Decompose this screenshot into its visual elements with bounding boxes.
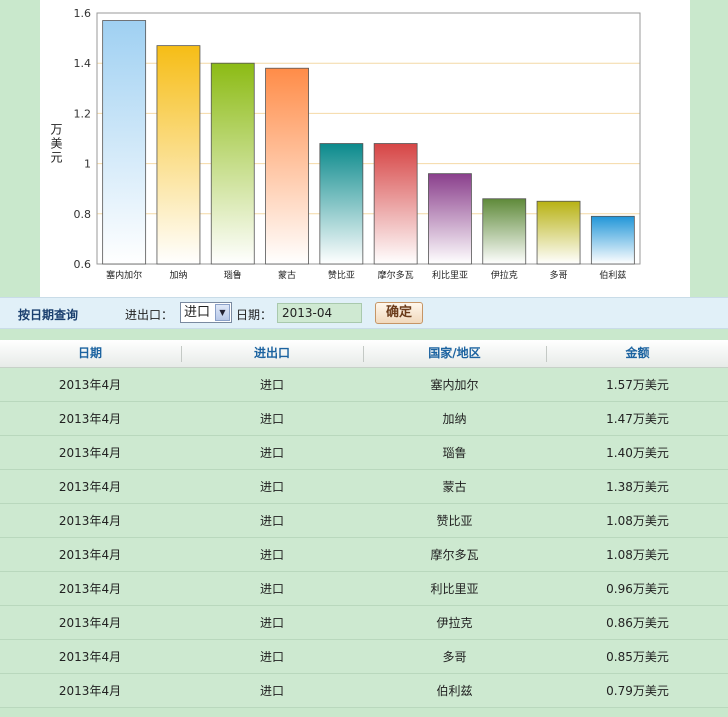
cell-amount: 1.47万美元 (606, 412, 669, 426)
x-tick-label: 摩尔多瓦 (378, 269, 414, 281)
cell-country: 利比里亚 (430, 582, 479, 596)
x-tick-label: 赞比亚 (328, 269, 355, 281)
table-row: 2013年4月 进口 摩尔多瓦 1.08万美元 (0, 538, 728, 572)
cell-date: 2013年4月 (58, 514, 122, 528)
bar-10 (590, 215, 635, 265)
cell-country: 加纳 (442, 412, 467, 426)
table-row: 2013年4月 进口 塞内加尔 1.57万美元 (0, 368, 728, 402)
bar-9 (536, 200, 581, 265)
y-tick-label: 1.4 (74, 57, 92, 70)
column-header-direction: 进出口 (253, 346, 290, 360)
table-row: 2013年4月 进口 伯利兹 0.79万美元 (0, 674, 728, 708)
cell-date: 2013年4月 (58, 650, 122, 664)
column-header-country: 国家/地区 (428, 346, 481, 360)
chart-panel: 0.6 0.8 1 1.2 1.4 1.6 万美元塞内加尔 加纳 瑙鲁 蒙古 赞比亚 摩尔多瓦 利比里亚… (40, 0, 690, 297)
cell-direction: 进口 (259, 378, 284, 392)
cell-date: 2013年4月 (58, 412, 122, 426)
cell-country: 瑙鲁 (442, 446, 467, 460)
bar-chart: 0.6 0.8 1 1.2 1.4 1.6 万美元塞内加尔 加纳 瑙鲁 蒙古 赞比亚 摩尔多瓦 利比里亚… (49, 7, 641, 281)
x-tick-label: 伊拉克 (491, 269, 518, 281)
bar-8 (482, 198, 527, 265)
x-tick-label: 加纳 (169, 269, 187, 281)
cell-amount: 0.85万美元 (606, 650, 669, 664)
cell-country: 摩尔多瓦 (430, 548, 479, 562)
cell-date: 2013年4月 (58, 480, 122, 494)
table-row: 2013年4月 进口 瑙鲁 1.40万美元 (0, 436, 728, 470)
x-tick-label: 利比里亚 (432, 269, 468, 281)
query-title: 按日期查询 (18, 308, 79, 322)
x-tick-label: 蒙古 (278, 269, 296, 281)
cell-date: 2013年4月 (58, 684, 122, 698)
cell-country: 伊拉克 (436, 616, 473, 630)
table-row: 2013年4月 进口 蒙古 1.38万美元 (0, 470, 728, 504)
bar-7 (428, 173, 472, 265)
cell-direction: 进口 (259, 616, 284, 630)
y-tick-label: 1.2 (74, 107, 92, 120)
cell-country: 蒙古 (442, 480, 467, 494)
y-axis-label: 万美元 (49, 123, 63, 165)
x-tick-label: 多哥 (550, 269, 568, 281)
cell-amount: 0.96万美元 (606, 582, 669, 596)
bar-5 (319, 143, 364, 265)
date-label: 日期： (236, 308, 273, 322)
column-header-date: 日期 (77, 346, 102, 360)
cell-amount: 1.08万美元 (606, 548, 669, 562)
cell-country: 多哥 (442, 650, 467, 664)
cell-direction: 进口 (259, 446, 284, 460)
table-header: 日期 进出口 国家/地区 金额 (0, 340, 728, 368)
table-row: 2013年4月 进口 加纳 1.47万美元 (0, 402, 728, 436)
y-tick-label: 1 (84, 158, 91, 171)
bar-6 (373, 143, 418, 265)
y-tick-label: 0.6 (74, 258, 92, 271)
cell-country: 伯利兹 (436, 684, 473, 698)
cell-date: 2013年4月 (58, 378, 122, 392)
bar-4 (265, 67, 309, 265)
cell-date: 2013年4月 (58, 582, 122, 596)
cell-direction: 进口 (259, 650, 284, 664)
table-row: 2013年4月 进口 赞比亚 1.08万美元 (0, 504, 728, 538)
table-row: 2013年4月 进口 利比里亚 0.96万美元 (0, 572, 728, 606)
cell-direction: 进口 (259, 412, 284, 426)
cell-amount: 1.38万美元 (606, 480, 669, 494)
bar-1 (102, 20, 147, 265)
cell-direction: 进口 (259, 684, 284, 698)
cell-amount: 1.08万美元 (606, 514, 669, 528)
cell-date: 2013年4月 (58, 446, 122, 460)
y-tick-label: 0.8 (74, 208, 92, 221)
bar-2 (156, 45, 201, 265)
cell-direction: 进口 (259, 514, 284, 528)
cell-country: 赞比亚 (436, 514, 473, 528)
chevron-down-icon[interactable]: ▼ (215, 304, 230, 321)
cell-country: 塞内加尔 (430, 378, 479, 392)
cell-amount: 1.57万美元 (606, 378, 669, 392)
cell-amount: 0.79万美元 (606, 684, 669, 698)
cell-date: 2013年4月 (58, 548, 122, 562)
y-tick-label: 1.6 (74, 7, 92, 20)
column-header-amount: 金额 (625, 346, 650, 360)
cell-amount: 1.40万美元 (606, 446, 669, 460)
table-row: 2013年4月 进口 多哥 0.85万美元 (0, 640, 728, 674)
x-tick-label: 伯利兹 (599, 269, 626, 281)
cell-date: 2013年4月 (58, 616, 122, 630)
x-tick-label: 塞内加尔 (106, 269, 142, 281)
confirm-button[interactable]: 确定 (375, 302, 423, 324)
direction-select-value: 进口 (184, 305, 211, 320)
cell-direction: 进口 (259, 480, 284, 494)
table-body: 2013年4月 进口 塞内加尔 1.57万美元 2013年4月 进口 加纳 1.47万美元 20… (0, 368, 728, 708)
date-input[interactable]: 2013-04 (277, 303, 362, 323)
cell-direction: 进口 (259, 548, 284, 562)
query-bar: 按日期查询 进出口： 进口 ▼ 日期： 2013-04 确定 (0, 297, 728, 329)
table-row: 2013年4月 进口 伊拉克 0.86万美元 (0, 606, 728, 640)
bar-3 (210, 62, 255, 265)
cell-amount: 0.86万美元 (606, 616, 669, 630)
cell-direction: 进口 (259, 582, 284, 596)
direction-select[interactable]: 进口 ▼ (180, 302, 232, 323)
direction-label: 进出口： (125, 308, 174, 322)
x-tick-label: 瑙鲁 (224, 269, 242, 281)
